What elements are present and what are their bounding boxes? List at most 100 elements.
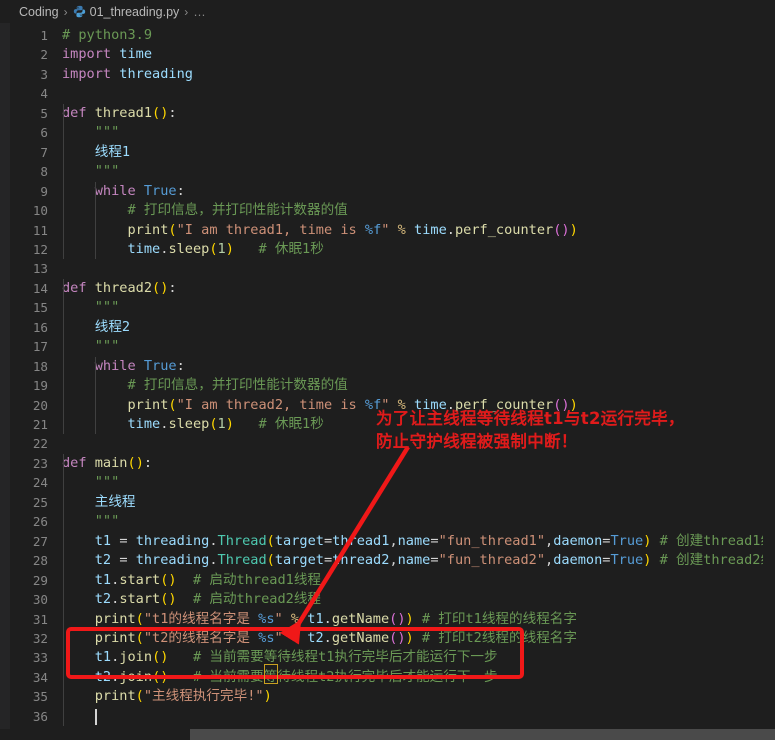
line-content[interactable]: """ — [62, 512, 120, 531]
horizontal-scrollbar-track[interactable] — [0, 729, 775, 740]
code-line[interactable]: 7 线程1 — [0, 143, 775, 162]
annotation-note-line-1: 为了让主线程等待线程t1与t2运行完毕， — [376, 409, 685, 428]
line-content[interactable]: """ — [62, 337, 120, 356]
line-number: 10 — [32, 203, 48, 219]
line-number: 18 — [32, 358, 48, 374]
code-line[interactable]: 1 # python3.9 — [0, 26, 775, 45]
line-content[interactable]: # 打印信息，并打印性能计数器的值 — [62, 201, 348, 220]
line-number: 19 — [32, 378, 48, 394]
breadcrumb-overflow[interactable]: … — [193, 5, 207, 19]
code-line[interactable]: 11 print("I am thread1, time is %f" % ti… — [0, 221, 775, 240]
line-number: 29 — [32, 572, 48, 588]
line-content[interactable]: """ — [62, 123, 120, 142]
line-number: 24 — [32, 475, 48, 491]
code-line[interactable]: 14 def thread2(): — [0, 279, 775, 298]
line-content[interactable]: t2.start() # 启动thread2线程 — [62, 590, 321, 609]
line-content[interactable]: import time — [62, 45, 152, 64]
code-line[interactable]: 17 """ — [0, 337, 775, 356]
code-line[interactable]: 30 t2.start() # 启动thread2线程 — [0, 590, 775, 609]
code-editor[interactable]: 1 # python3.9 2 import time 3 import threadin… — [0, 23, 775, 729]
line-content[interactable]: """ — [62, 162, 120, 181]
line-number: 15 — [32, 300, 48, 316]
line-content[interactable]: 线程1 — [62, 143, 130, 162]
line-number: 21 — [32, 417, 48, 432]
indent-guide — [95, 356, 97, 435]
line-content[interactable]: while True: — [62, 357, 185, 376]
line-number: 4 — [40, 86, 48, 102]
line-number: 22 — [32, 436, 48, 452]
code-line[interactable]: 3 import threading — [0, 65, 775, 84]
line-content[interactable]: """ — [62, 298, 120, 317]
line-content[interactable]: while True: — [62, 182, 185, 201]
indent-guide — [95, 181, 97, 260]
code-line[interactable]: 12 time.sleep(1) # 休眠1秒 — [0, 240, 775, 259]
line-content[interactable]: # 打印信息，并打印性能计数器的值 — [62, 376, 348, 395]
line-number: 28 — [32, 553, 48, 569]
code-line[interactable]: 16 线程2 — [0, 318, 775, 337]
line-content[interactable]: 线程2 — [62, 318, 130, 337]
line-content[interactable]: def thread2(): — [62, 279, 177, 298]
code-line[interactable]: 35 print("主线程执行完毕!") — [0, 687, 775, 706]
code-line[interactable]: 23 def main(): — [0, 454, 775, 473]
indent-guide — [62, 278, 64, 435]
line-content[interactable]: t2 = threading.Thread(target=thread2,nam… — [62, 551, 775, 570]
bracket-match-box — [264, 664, 278, 684]
indent-guide — [62, 706, 64, 727]
code-line[interactable]: 10 # 打印信息，并打印性能计数器的值 — [0, 201, 775, 220]
vertical-scrollbar-track[interactable] — [763, 23, 775, 729]
code-line[interactable]: 28 t2 = threading.Thread(target=thread2,… — [0, 551, 775, 570]
breadcrumb-separator-2: › — [184, 4, 189, 19]
line-number: 27 — [32, 533, 48, 549]
indent-guide — [62, 103, 64, 260]
line-number: 25 — [32, 494, 48, 510]
line-number: 9 — [40, 183, 48, 199]
code-line[interactable]: 29 t1.start() # 启动thread1线程 — [0, 571, 775, 590]
code-line[interactable]: 36 — [0, 707, 775, 726]
line-content[interactable]: time.sleep(1) # 休眠1秒 — [62, 240, 324, 259]
line-content[interactable]: print("主线程执行完毕!") — [62, 687, 272, 706]
python-file-icon — [73, 5, 86, 18]
line-content[interactable]: def main(): — [62, 454, 152, 473]
breadcrumb[interactable]: Coding › 01_threading.py › … — [0, 0, 775, 23]
horizontal-scrollbar-thumb[interactable] — [190, 729, 775, 740]
line-content[interactable]: t1.start() # 启动thread1线程 — [62, 571, 321, 590]
code-line[interactable]: 15 """ — [0, 298, 775, 317]
line-number: 34 — [32, 669, 48, 685]
line-number: 12 — [32, 241, 48, 257]
line-content[interactable]: import threading — [62, 65, 193, 84]
line-content[interactable]: def thread1(): — [62, 104, 177, 123]
line-number: 11 — [32, 222, 48, 238]
line-number: 7 — [40, 144, 48, 160]
line-content[interactable]: # python3.9 — [62, 26, 152, 45]
code-line[interactable]: 13 — [0, 259, 775, 278]
annotation-note-line-2: 防止守护线程被强制中断！ — [376, 432, 578, 451]
code-line[interactable]: 5 def thread1(): — [0, 104, 775, 123]
code-line[interactable]: 8 """ — [0, 162, 775, 181]
breadcrumb-file[interactable]: 01_threading.py — [90, 5, 180, 19]
line-number: 13 — [32, 261, 48, 277]
code-line[interactable]: 19 # 打印信息，并打印性能计数器的值 — [0, 376, 775, 395]
breadcrumb-root[interactable]: Coding — [19, 5, 59, 19]
line-content[interactable]: t1 = threading.Thread(target=thread1,nam… — [62, 532, 775, 551]
line-content[interactable]: 主线程 — [62, 493, 136, 512]
line-number: 17 — [32, 339, 48, 355]
code-line[interactable]: 27 t1 = threading.Thread(target=thread1,… — [0, 532, 775, 551]
code-line[interactable]: 26 """ — [0, 512, 775, 531]
code-line[interactable]: 6 """ — [0, 123, 775, 142]
line-number: 32 — [32, 630, 48, 646]
line-number: 8 — [40, 164, 48, 180]
line-content[interactable]: time.sleep(1) # 休眠1秒 — [62, 415, 324, 434]
breadcrumb-separator-1: › — [63, 4, 68, 19]
code-line[interactable]: 2 import time — [0, 45, 775, 64]
code-line[interactable]: 18 while True: — [0, 357, 775, 376]
code-line[interactable]: 25 主线程 — [0, 493, 775, 512]
code-line[interactable]: 9 while True: — [0, 182, 775, 201]
line-number: 5 — [40, 105, 48, 121]
line-number: 1 — [40, 28, 48, 43]
line-number: 6 — [40, 125, 48, 141]
line-content[interactable]: print("I am thread1, time is %f" % time.… — [62, 221, 578, 240]
code-line[interactable]: 24 """ — [0, 473, 775, 492]
line-content[interactable]: """ — [62, 473, 120, 492]
code-line[interactable]: 4 — [0, 84, 775, 103]
vscode-editor-window: Coding › 01_threading.py › … 1 # python3.… — [0, 0, 775, 740]
